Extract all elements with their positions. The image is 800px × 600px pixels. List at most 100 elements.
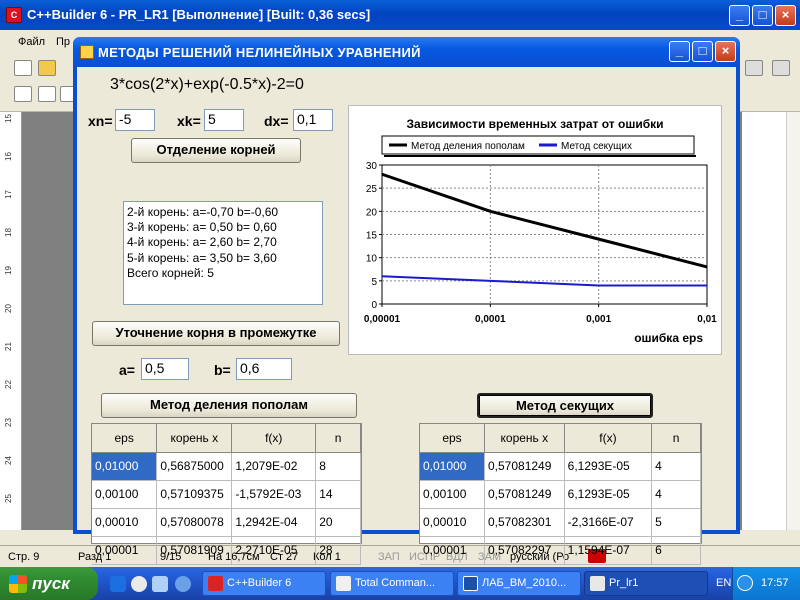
cell-eps[interactable]: 0,00010 (92, 508, 158, 537)
app-window-icon (590, 576, 605, 591)
secant-method-button[interactable]: Метод секущих (477, 393, 653, 418)
x-tick-label: 0,001 (586, 314, 611, 325)
task-label: ЛАБ_ВМ_2010... (482, 577, 567, 589)
task-label: Pr_lr1 (609, 577, 639, 589)
table-row[interactable]: 0,00010 0,57080078 1,2942E-04 20 (92, 508, 361, 537)
cell-fx[interactable]: 6,1293E-05 (564, 452, 653, 481)
separate-roots-button[interactable]: Отделение корней (131, 138, 301, 163)
xn-input[interactable]: -5 (115, 109, 155, 131)
app-close-button[interactable]: × (715, 41, 736, 62)
toolbar-icon[interactable] (772, 60, 790, 76)
minimize-button[interactable]: _ (729, 5, 750, 26)
x-axis-label: ошибка eps (634, 331, 703, 345)
memo-line: 4-й корень: a= 2,60 b= 2,70 (127, 235, 277, 250)
cell-eps[interactable]: 0,00001 (92, 536, 158, 565)
windows-logo-icon (9, 575, 27, 593)
table-row[interactable]: 0,00001 0,57082297 1,1594E-07 6 (420, 536, 701, 565)
toolbar-icon[interactable] (14, 86, 32, 102)
task-cppbuilder[interactable]: C++Builder 6 (202, 571, 326, 596)
ruler-mark: 23 (3, 418, 13, 427)
cell-eps[interactable]: 0,01000 (92, 452, 158, 481)
total-commander-icon (336, 576, 351, 591)
cell-fx[interactable]: 1,2079E-02 (231, 452, 317, 481)
xk-input[interactable]: 5 (204, 109, 244, 131)
cell-fx[interactable]: 2,2710E-05 (231, 536, 317, 565)
maximize-button[interactable]: □ (752, 5, 773, 26)
cell-fx[interactable]: 6,1293E-05 (564, 480, 653, 509)
taskbar: пуск C++Builder 6 Total Comman... ЛАБ_ВМ… (0, 567, 800, 600)
open-folder-icon[interactable] (38, 60, 56, 76)
cell-n[interactable]: 20 (315, 508, 361, 537)
table-row[interactable]: 0,01000 0,57081249 6,1293E-05 4 (420, 452, 701, 481)
table-row[interactable]: 0,01000 0,56875000 1,2079E-02 8 (92, 452, 361, 481)
cell-eps[interactable]: 0,00001 (420, 536, 485, 565)
cell-n[interactable]: 14 (315, 480, 361, 509)
cell-n[interactable]: 5 (651, 508, 701, 537)
table-row[interactable]: 0,00100 0,57109375 -1,5792E-03 14 (92, 480, 361, 509)
app-minimize-button[interactable]: _ (669, 41, 690, 62)
cell-fx[interactable]: -2,3166E-07 (564, 508, 653, 537)
toolbar-icon[interactable] (38, 86, 56, 102)
cell-fx[interactable]: 1,1594E-07 (564, 536, 653, 565)
task-pr-lr1[interactable]: Pr_lr1 (584, 571, 708, 596)
cell-n[interactable]: 4 (651, 480, 701, 509)
grid-header-row: eps корень x f(x) n (420, 424, 701, 453)
show-desktop-icon[interactable] (175, 576, 191, 592)
cell-root[interactable]: 0,57082297 (484, 536, 565, 565)
language-indicator[interactable]: EN (716, 577, 731, 589)
cell-eps[interactable]: 0,00100 (420, 480, 485, 509)
cell-root[interactable]: 0,57081249 (484, 480, 565, 509)
app-maximize-button[interactable]: □ (692, 41, 713, 62)
vertical-scrollbar[interactable] (786, 112, 800, 530)
new-file-icon[interactable] (14, 60, 32, 76)
cell-eps[interactable]: 0,00100 (92, 480, 158, 509)
b-input[interactable]: 0,6 (236, 358, 292, 380)
roots-memo[interactable]: 2-й корень: a=-0,70 b=-0,60 3-й корень: … (123, 201, 323, 305)
cell-root[interactable]: 0,57109375 (156, 480, 233, 509)
toolbar-icon[interactable] (745, 60, 763, 76)
bisection-method-button[interactable]: Метод деления пополам (101, 393, 357, 418)
close-button[interactable]: × (775, 5, 796, 26)
refine-root-button[interactable]: Уточнение корня в промежутке (92, 321, 340, 346)
word-icon (463, 576, 478, 591)
cell-n[interactable]: 4 (651, 452, 701, 481)
cell-root[interactable]: 0,57081909 (156, 536, 233, 565)
cell-root[interactable]: 0,57082301 (484, 508, 565, 537)
cell-fx[interactable]: -1,5792E-03 (231, 480, 317, 509)
table-row[interactable]: 0,00010 0,57082301 -2,3166E-07 5 (420, 508, 701, 537)
ie-icon[interactable] (110, 576, 126, 592)
ruler-mark: 24 (3, 456, 13, 465)
y-tick-label: 15 (366, 231, 378, 242)
bisection-results-grid[interactable]: eps корень x f(x) n 0,01000 0,56875000 1… (91, 423, 362, 565)
cpp-builder-icon: C (6, 7, 22, 23)
menu-project[interactable]: Пр (56, 36, 70, 48)
chart: Зависимости временных затрат от ошибки Ме… (364, 117, 717, 345)
cell-root[interactable]: 0,56875000 (156, 452, 233, 481)
col-header-n: n (315, 424, 361, 453)
a-input[interactable]: 0,5 (141, 358, 189, 380)
cell-n[interactable]: 28 (315, 536, 361, 565)
ide-title: C++Builder 6 - PR_LR1 [Выполнение] [Buil… (27, 7, 371, 22)
cell-n[interactable]: 8 (315, 452, 361, 481)
menu-file[interactable]: Файл (18, 36, 45, 48)
cell-eps[interactable]: 0,01000 (420, 452, 485, 481)
start-button[interactable]: пуск (0, 567, 98, 600)
cell-fx[interactable]: 1,2942E-04 (231, 508, 317, 537)
task-word-document[interactable]: ЛАБ_ВМ_2010... (457, 571, 581, 596)
cell-root[interactable]: 0,57081249 (484, 452, 565, 481)
table-row[interactable]: 0,00001 0,57081909 2,2710E-05 28 (92, 536, 361, 565)
cell-root[interactable]: 0,57080078 (156, 508, 233, 537)
secant-results-grid[interactable]: eps корень x f(x) n 0,01000 0,57081249 6… (419, 423, 702, 565)
table-row[interactable]: 0,00100 0,57081249 6,1293E-05 4 (420, 480, 701, 509)
task-total-commander[interactable]: Total Comman... (330, 571, 454, 596)
media-player-icon[interactable] (131, 576, 147, 592)
ruler-mark: 25 (3, 494, 13, 503)
cell-eps[interactable]: 0,00010 (420, 508, 485, 537)
dx-input[interactable]: 0,1 (293, 109, 333, 131)
y-tick-label: 25 (366, 184, 378, 195)
outlook-icon[interactable] (152, 576, 168, 592)
tray-icon[interactable] (737, 575, 753, 591)
memo-line: Всего корней: 5 (127, 265, 214, 280)
cell-n[interactable]: 6 (651, 536, 701, 565)
legend-label: Метод деления пополам (411, 141, 525, 152)
